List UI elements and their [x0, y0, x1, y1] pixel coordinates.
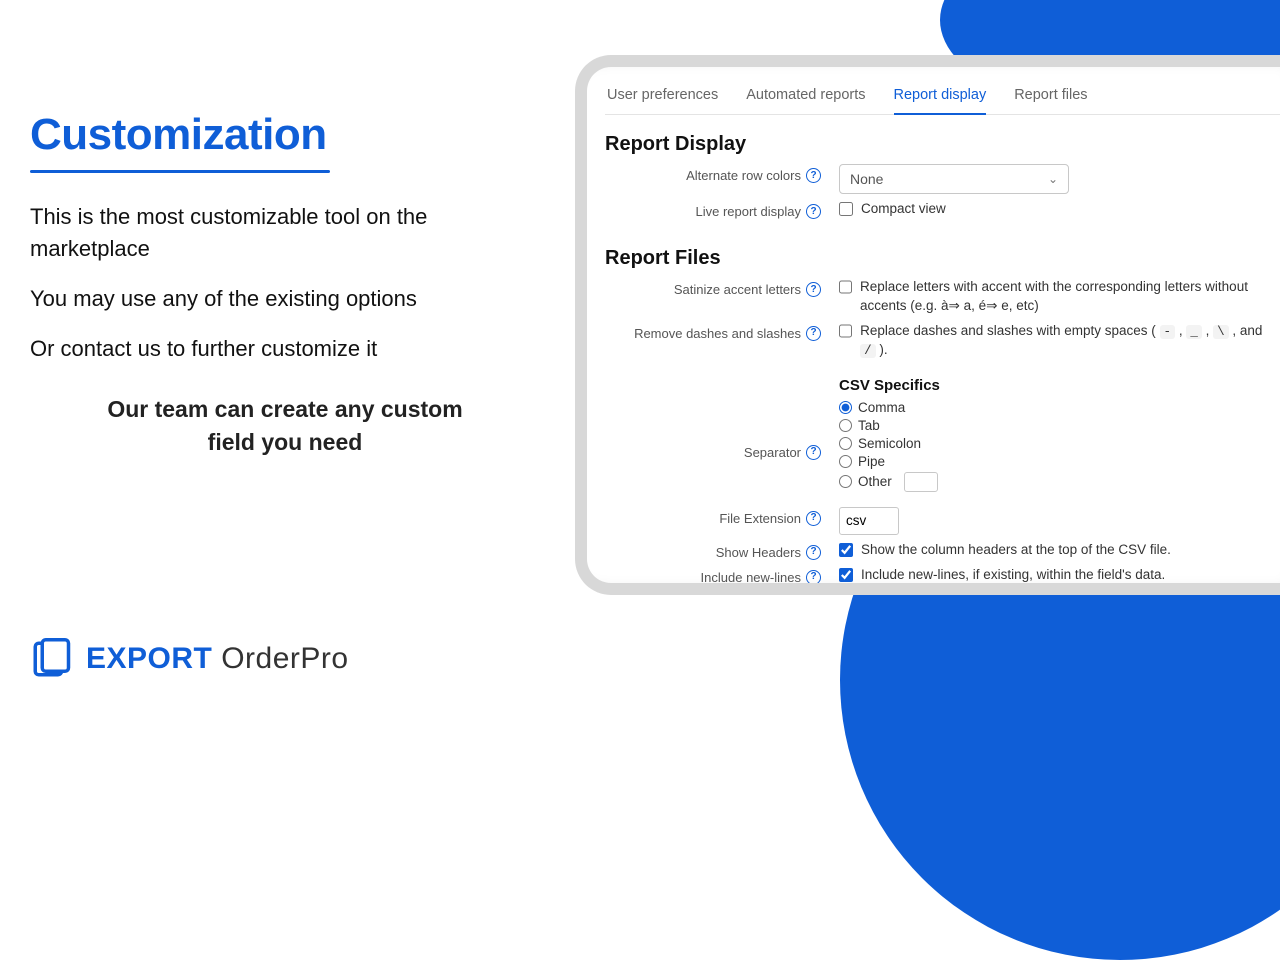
label-live-report-display: Live report display ? — [605, 200, 827, 219]
chevron-down-icon: ⌄ — [1048, 172, 1058, 186]
label-remove-dashes: Remove dashes and slashes ? — [605, 322, 827, 341]
radio-input[interactable] — [839, 437, 852, 450]
checkbox-include-newlines[interactable]: Include new-lines, if existing, within t… — [839, 566, 1165, 585]
brand-row: EXPORT OrderPro — [30, 638, 349, 680]
settings-panel: User preferences Automated reports Report … — [575, 55, 1280, 595]
checkbox-satinize[interactable]: Replace letters with accent with the cor… — [839, 278, 1267, 316]
help-icon[interactable]: ? — [806, 204, 821, 219]
label-separator: Separator ? — [605, 383, 827, 460]
row-satinize: Satinize accent letters ? Replace letter… — [605, 278, 1280, 316]
help-icon[interactable]: ? — [806, 445, 821, 460]
label-include-newlines: Include new-lines ? — [605, 566, 827, 585]
select-alternate-row-colors[interactable]: None ⌄ — [839, 164, 1069, 194]
headline: Customization — [30, 110, 540, 160]
row-alternate-row-colors: Alternate row colors ? None ⌄ — [605, 164, 1280, 194]
brand-text: EXPORT OrderPro — [86, 642, 349, 676]
row-file-extension: File Extension ? — [605, 507, 1280, 535]
marketing-tagline: Our team can create any custom field you… — [30, 393, 540, 460]
help-icon[interactable]: ? — [806, 282, 821, 297]
label-alternate-row-colors: Alternate row colors ? — [605, 164, 827, 183]
dashes-description: Replace dashes and slashes with empty sp… — [860, 322, 1267, 361]
label-file-extension: File Extension ? — [605, 507, 827, 526]
checkbox-input-remove-dashes[interactable] — [839, 324, 852, 338]
row-separator-label: Separator ? — [605, 383, 1280, 501]
marketing-line-2: You may use any of the existing options — [30, 283, 540, 315]
checkbox-input-compact-view[interactable] — [839, 202, 853, 216]
char-chip: - — [1160, 325, 1176, 339]
select-value: None — [850, 171, 883, 187]
char-chip: \ — [1213, 325, 1229, 339]
checkbox-remove-dashes[interactable]: Replace dashes and slashes with empty sp… — [839, 322, 1267, 361]
radio-input[interactable] — [839, 401, 852, 414]
help-icon[interactable]: ? — [806, 545, 821, 560]
radio-separator-comma[interactable]: Comma — [839, 400, 940, 415]
help-icon[interactable]: ? — [806, 326, 821, 341]
input-other-separator[interactable] — [904, 472, 938, 492]
marketing-line-1: This is the most customizable tool on th… — [30, 201, 540, 265]
checkbox-input-include-newlines[interactable] — [839, 568, 853, 582]
radio-input[interactable] — [839, 455, 852, 468]
checkbox-input-satinize[interactable] — [839, 280, 852, 294]
label-show-headers: Show Headers ? — [605, 541, 827, 560]
input-file-extension[interactable] — [839, 507, 899, 535]
brand-light: OrderPro — [221, 642, 348, 675]
row-show-headers: Show Headers ? Show the column headers a… — [605, 541, 1280, 560]
tabs-bar: User preferences Automated reports Report … — [605, 75, 1280, 115]
radio-separator-other[interactable]: Other — [839, 472, 940, 492]
brand-logo-icon — [30, 638, 72, 680]
row-include-newlines: Include new-lines ? Include new-lines, i… — [605, 566, 1280, 585]
checkbox-compact-view[interactable]: Compact view — [839, 200, 946, 219]
section-title-report-files: Report Files — [605, 247, 1280, 270]
tab-report-display[interactable]: Report display — [894, 81, 987, 115]
char-chip: / — [860, 344, 876, 358]
radio-separator-semicolon[interactable]: Semicolon — [839, 436, 940, 451]
radio-input[interactable] — [839, 419, 852, 432]
checkbox-input-show-headers[interactable] — [839, 543, 853, 557]
tab-auto-reports[interactable]: Automated reports — [746, 81, 865, 114]
marketing-column: Customization This is the most customiza… — [30, 110, 540, 459]
section-title-report-display: Report Display — [605, 133, 1280, 156]
separator-radio-group: Comma Tab Semicolon Pipe Other — [839, 400, 940, 492]
radio-input[interactable] — [839, 475, 852, 488]
help-icon[interactable]: ? — [806, 168, 821, 183]
tab-report-files[interactable]: Report files — [1014, 81, 1087, 114]
brand-bold: EXPORT — [86, 642, 212, 675]
char-chip: _ — [1186, 325, 1202, 339]
tab-user-prefs[interactable]: User preferences — [607, 81, 718, 114]
help-icon[interactable]: ? — [806, 570, 821, 585]
checkbox-show-headers[interactable]: Show the column headers at the top of th… — [839, 541, 1171, 560]
row-live-report-display: Live report display ? Compact view — [605, 200, 1280, 219]
headline-underline — [30, 170, 330, 173]
csv-specifics-title: CSV Specifics — [839, 377, 940, 394]
marketing-line-3: Or contact us to further customize it — [30, 333, 540, 365]
radio-separator-tab[interactable]: Tab — [839, 418, 940, 433]
label-satinize: Satinize accent letters ? — [605, 278, 827, 297]
row-remove-dashes: Remove dashes and slashes ? Replace dash… — [605, 322, 1280, 361]
help-icon[interactable]: ? — [806, 511, 821, 526]
radio-separator-pipe[interactable]: Pipe — [839, 454, 940, 469]
